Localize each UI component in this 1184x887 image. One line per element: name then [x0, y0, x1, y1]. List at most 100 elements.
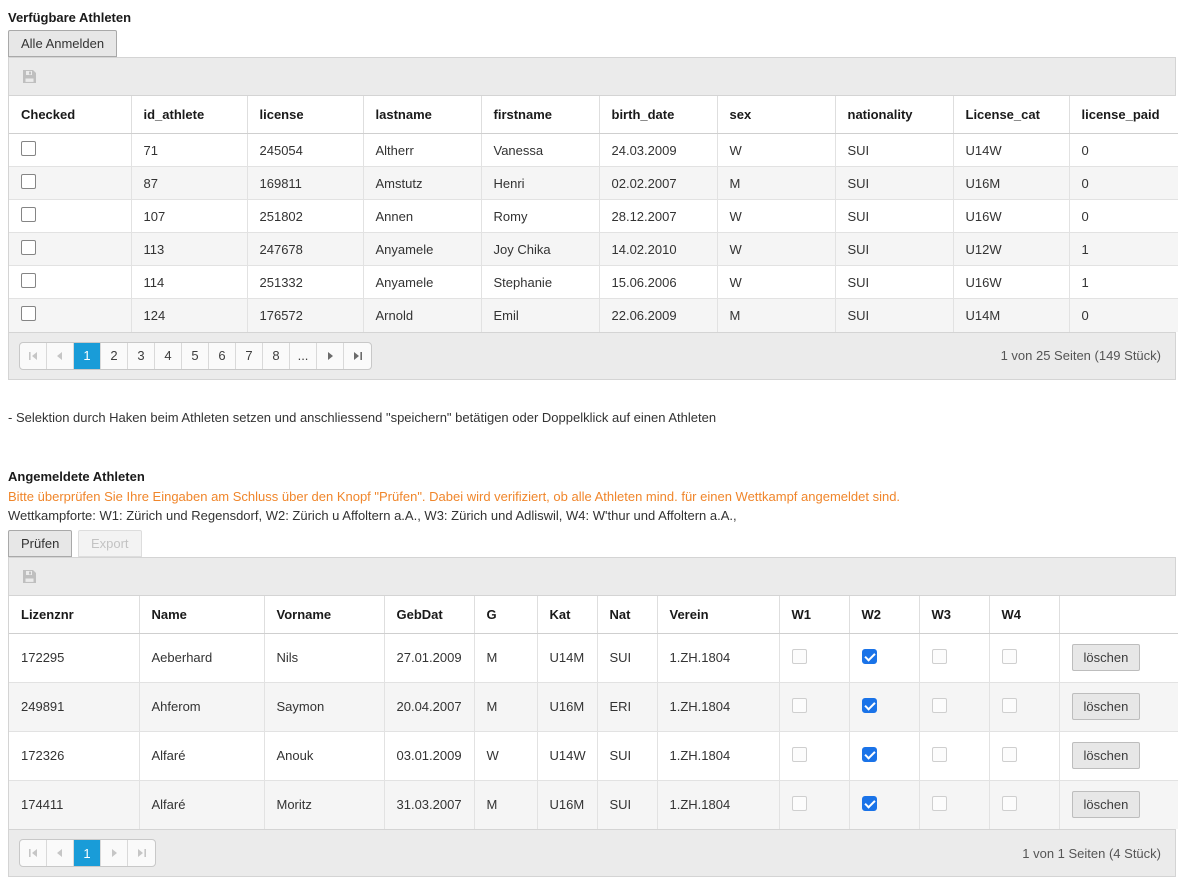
w2-checkbox[interactable]	[862, 796, 877, 811]
cell-nationality: SUI	[835, 299, 953, 332]
table-row[interactable]: 107251802AnnenRomy28.12.2007WSUIU16W0	[9, 200, 1178, 233]
cell-actions: löschen	[1059, 780, 1178, 829]
table-row[interactable]: 87169811AmstutzHenri02.02.2007MSUIU16M0	[9, 167, 1178, 200]
registered-athletes-table: LizenznrNameVornameGebDatGKatNatVereinW1…	[9, 596, 1178, 830]
cell-verein: 1.ZH.1804	[657, 633, 779, 682]
w2-checkbox[interactable]	[862, 747, 877, 762]
row-select-checkbox[interactable]	[21, 207, 36, 222]
w4-checkbox[interactable]	[1002, 698, 1017, 713]
cell-name: Alfaré	[139, 731, 264, 780]
cell-actions: löschen	[1059, 731, 1178, 780]
cell-nationality: SUI	[835, 200, 953, 233]
w3-checkbox[interactable]	[932, 747, 947, 762]
delete-button[interactable]: löschen	[1072, 791, 1141, 818]
cell-birth_date: 15.06.2006	[599, 266, 717, 299]
w1-checkbox[interactable]	[792, 796, 807, 811]
w3-checkbox[interactable]	[932, 649, 947, 664]
w3-checkbox[interactable]	[932, 698, 947, 713]
cell-checked	[9, 233, 131, 266]
cell-nat: SUI	[597, 780, 657, 829]
available-pager-page-6[interactable]: 6	[209, 343, 236, 369]
available-pager-page-7[interactable]: 7	[236, 343, 263, 369]
delete-button[interactable]: löschen	[1072, 644, 1141, 671]
row-select-checkbox[interactable]	[21, 306, 36, 321]
cell-license: 169811	[247, 167, 363, 200]
available-pager-page-5[interactable]: 5	[182, 343, 209, 369]
available-pager-page-2[interactable]: 2	[101, 343, 128, 369]
available-pager-more-button[interactable]: ...	[290, 343, 317, 369]
column-header-name: Name	[139, 596, 264, 634]
cell-g: W	[474, 731, 537, 780]
available-pager-prev-button	[47, 343, 74, 369]
available-pager-page-1[interactable]: 1	[74, 343, 101, 369]
available-grid-pager: 12345678...1 von 25 Seiten (149 Stück)	[9, 332, 1175, 379]
delete-button[interactable]: löschen	[1072, 693, 1141, 720]
w2-checkbox[interactable]	[862, 698, 877, 713]
column-header-nationality: nationality	[835, 96, 953, 134]
column-header-kat: Kat	[537, 596, 597, 634]
table-row[interactable]: 172295AeberhardNils27.01.2009MU14MSUI1.Z…	[9, 633, 1178, 682]
cell-birth_date: 22.06.2009	[599, 299, 717, 332]
cell-birth_date: 28.12.2007	[599, 200, 717, 233]
table-row[interactable]: 174411AlfaréMoritz31.03.2007MU16MSUI1.ZH…	[9, 780, 1178, 829]
registered-pager-next-button	[101, 840, 128, 866]
registered-athletes-title: Angemeldete Athleten	[8, 469, 1176, 484]
check-button[interactable]: Prüfen	[8, 530, 72, 557]
delete-button[interactable]: löschen	[1072, 742, 1141, 769]
cell-sex: M	[717, 299, 835, 332]
row-select-checkbox[interactable]	[21, 273, 36, 288]
cell-w3	[919, 780, 989, 829]
w4-checkbox[interactable]	[1002, 747, 1017, 762]
cell-license: 247678	[247, 233, 363, 266]
cell-firstname: Joy Chika	[481, 233, 599, 266]
cell-lastname: Anyamele	[363, 233, 481, 266]
cell-lastname: Anyamele	[363, 266, 481, 299]
w3-checkbox[interactable]	[932, 796, 947, 811]
w1-checkbox[interactable]	[792, 698, 807, 713]
registered-pager-prev-button	[47, 840, 74, 866]
available-pager-page-4[interactable]: 4	[155, 343, 182, 369]
w1-checkbox[interactable]	[792, 747, 807, 762]
available-pager-page-8[interactable]: 8	[263, 343, 290, 369]
enroll-all-button[interactable]: Alle Anmelden	[8, 30, 117, 57]
w4-checkbox[interactable]	[1002, 649, 1017, 664]
table-row[interactable]: 172326AlfaréAnouk03.01.2009WU14WSUI1.ZH.…	[9, 731, 1178, 780]
cell-kat: U14W	[537, 731, 597, 780]
cell-w1	[779, 731, 849, 780]
table-row[interactable]: 249891AhferomSaymon20.04.2007MU16MERI1.Z…	[9, 682, 1178, 731]
registered-pager-buttons: 1	[19, 839, 156, 867]
cell-gebdat: 27.01.2009	[384, 633, 474, 682]
w4-checkbox[interactable]	[1002, 796, 1017, 811]
cell-license_paid: 1	[1069, 233, 1178, 266]
cell-lizenznr: 172295	[9, 633, 139, 682]
cell-license_cat: U16W	[953, 266, 1069, 299]
available-athletes-title: Verfügbare Athleten	[8, 10, 1176, 25]
cell-lizenznr: 249891	[9, 682, 139, 731]
cell-nationality: SUI	[835, 134, 953, 167]
cell-id_athlete: 71	[131, 134, 247, 167]
available-pager-page-3[interactable]: 3	[128, 343, 155, 369]
table-row[interactable]: 124176572ArnoldEmil22.06.2009MSUIU14M0	[9, 299, 1178, 332]
row-select-checkbox[interactable]	[21, 141, 36, 156]
cell-checked	[9, 134, 131, 167]
cell-nationality: SUI	[835, 233, 953, 266]
w2-checkbox[interactable]	[862, 649, 877, 664]
row-select-checkbox[interactable]	[21, 240, 36, 255]
w1-checkbox[interactable]	[792, 649, 807, 664]
column-header-g: G	[474, 596, 537, 634]
available-pager-last-button[interactable]	[344, 343, 371, 369]
column-header-license_paid: license_paid	[1069, 96, 1178, 134]
cell-birth_date: 24.03.2009	[599, 134, 717, 167]
venues-text: Wettkampforte: W1: Zürich und Regensdorf…	[8, 508, 1176, 523]
available-pager-next-button[interactable]	[317, 343, 344, 369]
table-row[interactable]: 114251332AnyameleStephanie15.06.2006WSUI…	[9, 266, 1178, 299]
registered-grid-toolbar	[9, 558, 1175, 596]
row-select-checkbox[interactable]	[21, 174, 36, 189]
table-row[interactable]: 71245054AltherrVanessa24.03.2009WSUIU14W…	[9, 134, 1178, 167]
table-row[interactable]: 113247678AnyameleJoy Chika14.02.2010WSUI…	[9, 233, 1178, 266]
registered-pager-page-1[interactable]: 1	[74, 840, 101, 866]
cell-sex: W	[717, 200, 835, 233]
column-header-lizenznr: Lizenznr	[9, 596, 139, 634]
column-header-w1: W1	[779, 596, 849, 634]
cell-firstname: Henri	[481, 167, 599, 200]
